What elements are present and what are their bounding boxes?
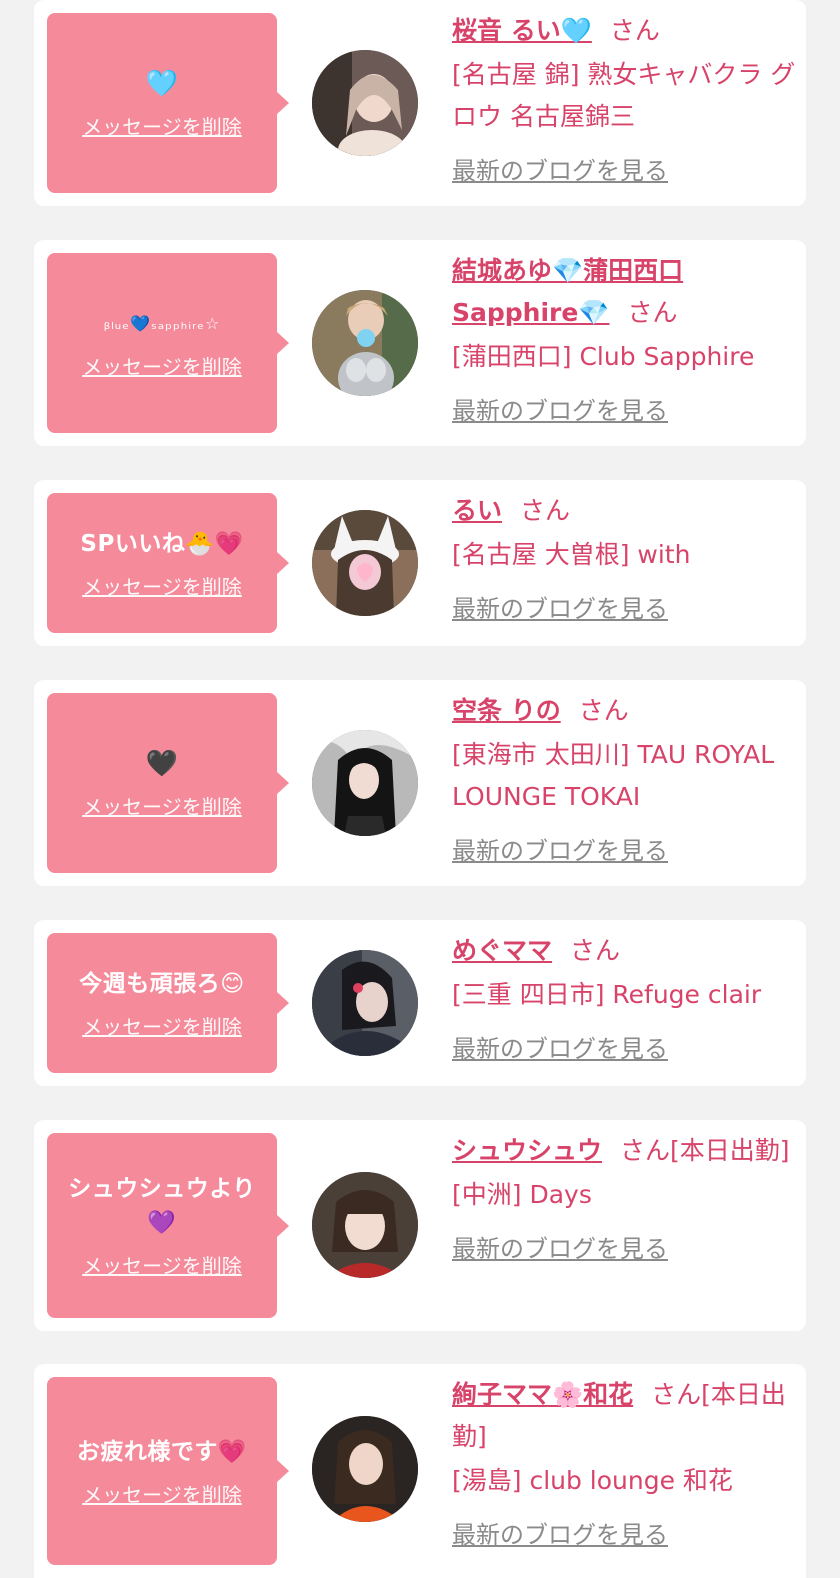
message-bubble: SPいいね🐣💗 メッセージを削除 bbox=[47, 493, 289, 633]
latest-blog-link[interactable]: 最新のブログを見る bbox=[452, 1228, 668, 1270]
shop-info: [東海市 太田川] TAU ROYAL LOUNGE TOKAI bbox=[452, 740, 775, 811]
sender-name-link[interactable]: めぐママ bbox=[452, 936, 552, 965]
honorific: さん[本日出勤] bbox=[620, 1136, 790, 1165]
delete-message-link[interactable]: メッセージを削除 bbox=[82, 1011, 242, 1040]
message-text: SPいいね🐣💗 bbox=[80, 530, 244, 557]
sender-info: 絢子ママ🌸和花 さん[本日出勤] [湯島] club lounge 和花 最新のブ… bbox=[452, 1374, 797, 1556]
honorific: さん bbox=[570, 936, 621, 965]
delete-message-link[interactable]: メッセージを削除 bbox=[82, 1250, 242, 1279]
avatar[interactable] bbox=[312, 950, 418, 1056]
shop-info: [三重 四日市] Refuge clair bbox=[452, 980, 762, 1009]
sender-name-link[interactable]: 空条 りの bbox=[452, 696, 561, 725]
avatar[interactable] bbox=[312, 1416, 418, 1522]
honorific: さん bbox=[627, 298, 678, 327]
sender-info: るい さん [名古屋 大曽根] with 最新のブログを見る bbox=[452, 490, 797, 630]
latest-blog-link[interactable]: 最新のブログを見る bbox=[452, 390, 668, 432]
avatar-photo-icon bbox=[312, 290, 418, 396]
delete-message-link[interactable]: メッセージを削除 bbox=[82, 791, 242, 820]
sender-info: 結城あゆ💎蒲田西口Sapphire💎 さん [蒲田西口] Club Sapphir… bbox=[452, 250, 797, 432]
latest-blog-link[interactable]: 最新のブログを見る bbox=[452, 588, 668, 630]
message-bubble: 今週も頑張ろ😊 メッセージを削除 bbox=[47, 933, 289, 1073]
avatar[interactable] bbox=[312, 730, 418, 836]
honorific: さん bbox=[578, 696, 629, 725]
message-card: お疲れ様です💗 メッセージを削除 絢子ママ🌸和花 さん[本日出勤] [湯島] cl… bbox=[34, 1364, 806, 1578]
sender-info: 空条 りの さん [東海市 太田川] TAU ROYAL LOUNGE TOKAI… bbox=[452, 690, 797, 872]
sender-info: めぐママ さん [三重 四日市] Refuge clair 最新のブログを見る bbox=[452, 930, 797, 1070]
avatar-photo-icon bbox=[312, 50, 418, 156]
message-text: お疲れ様です💗 bbox=[76, 1438, 248, 1465]
latest-blog-link[interactable]: 最新のブログを見る bbox=[452, 1514, 668, 1556]
message-card: 🩵 メッセージを削除 桜音 るい🩵 さん [名古屋 錦] 熟女キャバクラ グロウ … bbox=[34, 0, 806, 206]
shop-info: [名古屋 大曽根] with bbox=[452, 540, 691, 569]
honorific: さん bbox=[609, 16, 660, 45]
message-bubble: お疲れ様です💗 メッセージを削除 bbox=[47, 1377, 289, 1565]
delete-message-link[interactable]: メッセージを削除 bbox=[82, 1479, 242, 1508]
message-text: 🖤 bbox=[145, 748, 179, 779]
avatar-photo-icon bbox=[312, 730, 418, 836]
avatar[interactable] bbox=[312, 290, 418, 396]
sender-info: シュウシュウ さん[本日出勤] [中洲] Days 最新のブログを見る bbox=[452, 1130, 797, 1270]
avatar[interactable] bbox=[312, 510, 418, 616]
latest-blog-link[interactable]: 最新のブログを見る bbox=[452, 150, 668, 192]
shop-info: [蒲田西口] Club Sapphire bbox=[452, 342, 755, 371]
message-text: ᵦₗᵤₑ💙ₛₐₚₚₕᵢᵣₑ☆ bbox=[103, 313, 221, 333]
avatar[interactable] bbox=[312, 1172, 418, 1278]
message-bubble: ᵦₗᵤₑ💙ₛₐₚₚₕᵢᵣₑ☆ メッセージを削除 bbox=[47, 253, 289, 433]
sender-name-link[interactable]: シュウシュウ bbox=[452, 1136, 602, 1165]
avatar[interactable] bbox=[312, 50, 418, 156]
sender-name-link[interactable]: 絢子ママ🌸和花 bbox=[452, 1380, 633, 1409]
message-bubble: シュウシュウより💜 メッセージを削除 bbox=[47, 1133, 289, 1318]
message-bubble: 🩵 メッセージを削除 bbox=[47, 13, 289, 193]
message-bubble: 🖤 メッセージを削除 bbox=[47, 693, 289, 873]
message-text: 🩵 bbox=[145, 68, 179, 99]
message-card: 今週も頑張ろ😊 メッセージを削除 めぐママ さん [三重 四日市] Refuge … bbox=[34, 920, 806, 1086]
latest-blog-link[interactable]: 最新のブログを見る bbox=[452, 1028, 668, 1070]
latest-blog-link[interactable]: 最新のブログを見る bbox=[452, 830, 668, 872]
message-card: ᵦₗᵤₑ💙ₛₐₚₚₕᵢᵣₑ☆ メッセージを削除 結城あゆ💎蒲田西口Sapphir… bbox=[34, 240, 806, 446]
shop-info: [中洲] Days bbox=[452, 1180, 592, 1209]
message-text: 今週も頑張ろ😊 bbox=[79, 970, 245, 997]
delete-message-link[interactable]: メッセージを削除 bbox=[82, 351, 242, 380]
sender-name-link[interactable]: 桜音 るい🩵 bbox=[452, 16, 592, 45]
avatar-photo-icon bbox=[312, 1416, 418, 1522]
delete-message-link[interactable]: メッセージを削除 bbox=[82, 111, 242, 140]
message-card: シュウシュウより💜 メッセージを削除 シュウシュウ さん[本日出勤] [中洲] D… bbox=[34, 1120, 806, 1331]
sender-name-link[interactable]: るい bbox=[452, 496, 502, 525]
avatar-photo-icon bbox=[312, 950, 418, 1056]
message-card: 🖤 メッセージを削除 空条 りの さん [東海市 太田川] TAU ROYAL L… bbox=[34, 680, 806, 886]
avatar-photo-icon bbox=[312, 1172, 418, 1278]
honorific: さん bbox=[520, 496, 571, 525]
delete-message-link[interactable]: メッセージを削除 bbox=[82, 571, 242, 600]
shop-info: [湯島] club lounge 和花 bbox=[452, 1466, 733, 1495]
message-card: SPいいね🐣💗 メッセージを削除 るい さん [名古屋 大曽根] with 最新の… bbox=[34, 480, 806, 646]
message-list: 🩵 メッセージを削除 桜音 るい🩵 さん [名古屋 錦] 熟女キャバクラ グロウ … bbox=[0, 0, 840, 1578]
avatar-photo-icon bbox=[312, 510, 418, 616]
sender-info: 桜音 るい🩵 さん [名古屋 錦] 熟女キャバクラ グロウ 名古屋錦三 最新のブロ… bbox=[452, 10, 797, 192]
shop-info: [名古屋 錦] 熟女キャバクラ グロウ 名古屋錦三 bbox=[452, 60, 796, 131]
message-text: シュウシュウより💜 bbox=[68, 1176, 256, 1236]
